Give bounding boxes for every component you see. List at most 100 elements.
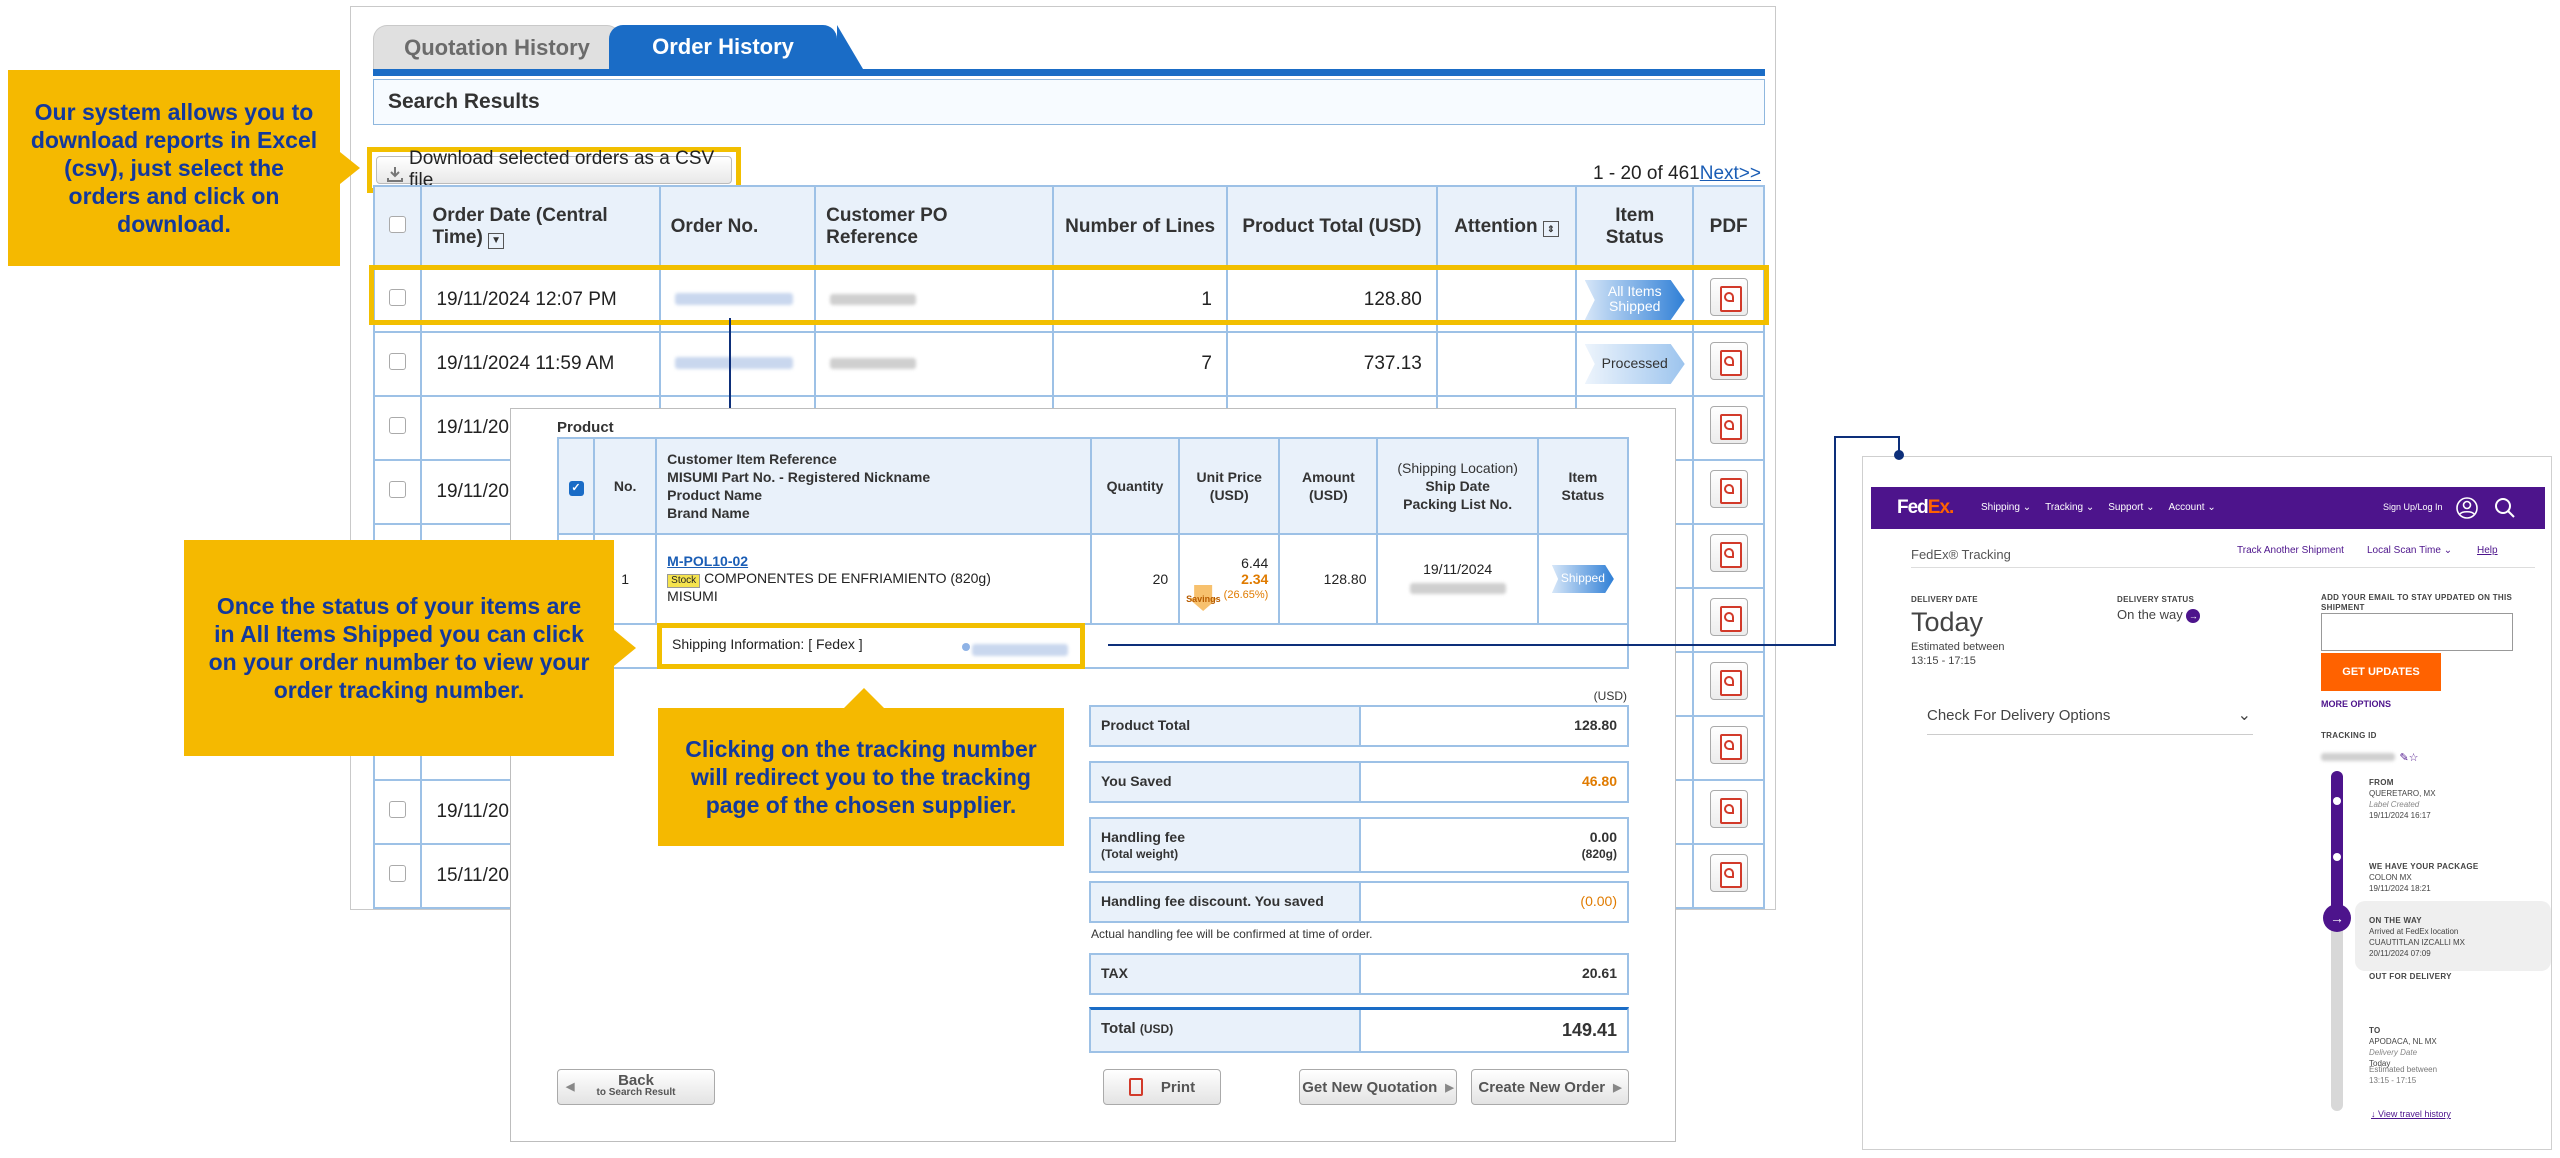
timeline-step-line1: COLON MX (2369, 873, 2412, 882)
pdf-icon[interactable] (1709, 662, 1748, 700)
row-checkbox[interactable] (389, 800, 407, 818)
nav-account[interactable]: Account ⌄ (2168, 502, 2215, 513)
nav-shipping[interactable]: Shipping ⌄ (1981, 502, 2031, 513)
back-button[interactable]: ◀ Back to Search Result (557, 1069, 715, 1105)
pdf-icon[interactable] (1709, 534, 1748, 572)
sort-dropdown-icon[interactable]: ▼ (488, 233, 505, 249)
local-time-dropdown[interactable]: Local Scan Time ⌄ (2367, 545, 2452, 556)
email-input[interactable] (2321, 613, 2513, 651)
track-another-link[interactable]: Track Another Shipment (2237, 545, 2344, 556)
get-new-quotation-button[interactable]: Get New Quotation ▶ (1299, 1069, 1457, 1105)
delivery-status-text: On the way (2117, 607, 2183, 622)
row-checkbox[interactable] (389, 864, 407, 882)
checked-checkbox-icon[interactable]: ✓ (568, 480, 584, 496)
pagination: 1 - 20 of 461Next>> (1593, 163, 1761, 185)
tracking-number-link[interactable] (972, 644, 1068, 656)
product-amount: 128.80 (1278, 533, 1379, 625)
row-checkbox[interactable] (389, 416, 407, 434)
pdf-cell (1692, 587, 1765, 653)
handling-sub: (Total weight) (1101, 847, 1179, 861)
delivery-date-label: DELIVERY DATE (1911, 595, 1978, 604)
fedex-logo[interactable]: FedEx. (1897, 497, 1954, 519)
star-icon[interactable]: ☆ (2409, 752, 2419, 764)
timeline-step-line2: CUAUTITLAN IZCALLI MX (2369, 938, 2466, 947)
part-number-link[interactable]: M-POL10-02 (667, 553, 748, 569)
chevron-down-icon: ⌄ (2443, 545, 2453, 556)
quote-arrow-icon: ▶ (1445, 1081, 1454, 1094)
pdf-icon[interactable] (1709, 854, 1748, 892)
row-select-cell (372, 459, 423, 525)
sign-in-link[interactable]: Sign Up/Log In (2383, 502, 2443, 512)
header-select[interactable]: ✓ (556, 437, 596, 535)
search-results-title: Search Results (373, 79, 1765, 125)
order-number-link[interactable] (674, 357, 793, 369)
table-row[interactable]: 19/11/2024 11:59 AM 7 737.13 Processed (372, 331, 1765, 397)
header-order-date-label: Order Date (Central Time) (432, 205, 608, 248)
select-all-checkbox[interactable] (389, 215, 407, 233)
chevron-down-icon: ⌄ (2207, 502, 2216, 513)
handling-discount-value: (0.00) (1580, 893, 1617, 909)
header-shipping: (Shipping Location) Ship Date Packing List… (1376, 437, 1539, 535)
header-shipping-l3: Packing List No. (1403, 496, 1513, 512)
pdf-icon[interactable] (1709, 598, 1748, 636)
row-checkbox[interactable] (389, 352, 407, 370)
saved-label: You Saved (1091, 763, 1361, 801)
view-travel-history-link[interactable]: ↓ View travel history (2371, 1109, 2451, 1119)
next-page-link[interactable]: Next>> (1700, 163, 1761, 184)
product-table-header: ✓ No. Customer Item Reference MISUMI Par… (556, 437, 1630, 535)
help-link[interactable]: Help (2477, 545, 2498, 556)
search-icon[interactable] (2493, 496, 2517, 520)
ship-date: 19/11/2024 (1423, 561, 1493, 577)
pdf-icon[interactable] (1709, 406, 1748, 444)
tab-quotation-history[interactable]: Quotation History (373, 25, 621, 69)
download-csv-button[interactable]: Download selected orders as a CSV file (376, 148, 732, 191)
tax-value: 20.61 (1581, 965, 1617, 981)
tab-order-history[interactable]: Order History (609, 25, 863, 69)
row-checkbox[interactable] (389, 480, 407, 498)
attention-sort-icon[interactable]: ⇕ (1542, 221, 1559, 237)
po-reference-redacted (830, 358, 917, 369)
fedex-tracking-panel: FedEx. Shipping ⌄ Tracking ⌄ Support ⌄ A… (1862, 456, 2552, 1150)
edit-icon[interactable]: ✎ (2399, 752, 2408, 764)
timeline-dot (2333, 797, 2341, 805)
po-reference-cell (814, 331, 1055, 397)
create-new-order-button[interactable]: Create New Order ▶ (1471, 1069, 1629, 1105)
order-label: Create New Order (1478, 1078, 1606, 1096)
handling-weight: (820g) (1581, 847, 1617, 861)
product-total-label: Product Total (1091, 707, 1361, 745)
handling-label: Handling fee (1101, 829, 1186, 845)
pdf-icon[interactable] (1709, 342, 1748, 380)
current-step-icon: → (2323, 904, 2351, 932)
product-label: Product (557, 419, 614, 436)
fedex-page-title: FedEx® Tracking (1911, 547, 2011, 562)
arrow-right-circle-icon: → (2186, 609, 2201, 623)
summary-handling-discount: Handling fee discount. You saved (0.00) (1089, 881, 1629, 923)
nav-support[interactable]: Support ⌄ (2108, 502, 2154, 513)
header-amount: Amount (USD) (1278, 437, 1379, 535)
get-updates-button[interactable]: GET UPDATES (2321, 653, 2441, 691)
download-arrow-icon: ↓ (2371, 1109, 2376, 1119)
timeline-step-line2: 19/11/2024 18:21 (2369, 884, 2431, 893)
pdf-icon[interactable] (1709, 470, 1748, 508)
check-delivery-options-dropdown[interactable]: Check For Delivery Options ⌄ (1927, 707, 2253, 735)
fedex-nav-menu: Shipping ⌄ Tracking ⌄ Support ⌄ Account … (1981, 502, 2216, 513)
shipped-row-highlight (369, 265, 1769, 325)
handling-discount-label: Handling fee discount. You saved (1091, 883, 1361, 921)
product-total: 737.13 (1225, 331, 1438, 397)
timeline-step: WE HAVE YOUR PACKAGE COLON MX 19/11/2024 1… (2369, 861, 2549, 894)
header-select-all[interactable] (372, 185, 423, 269)
header-item-reference: Customer Item Reference MISUMI Part No. … (655, 437, 1092, 535)
row-select-cell (372, 779, 423, 845)
tab-underline (373, 69, 1765, 76)
header-shipping-l1: (Shipping Location) (1397, 460, 1518, 476)
more-options-link[interactable]: MORE OPTIONS (2321, 699, 2391, 709)
pdf-print-icon (1128, 1078, 1143, 1096)
shipping-info-highlight: Shipping Information: [ Fedex ] (657, 623, 1085, 669)
pdf-icon[interactable] (1709, 790, 1748, 828)
user-icon[interactable] (2455, 496, 2479, 520)
pdf-icon[interactable] (1709, 726, 1748, 764)
nav-tracking[interactable]: Tracking ⌄ (2045, 502, 2094, 513)
total-label-cell: Total (USD) (1091, 1010, 1361, 1051)
callout-download: Our system allows you to download report… (8, 70, 360, 266)
print-button[interactable]: Print (1103, 1069, 1221, 1105)
